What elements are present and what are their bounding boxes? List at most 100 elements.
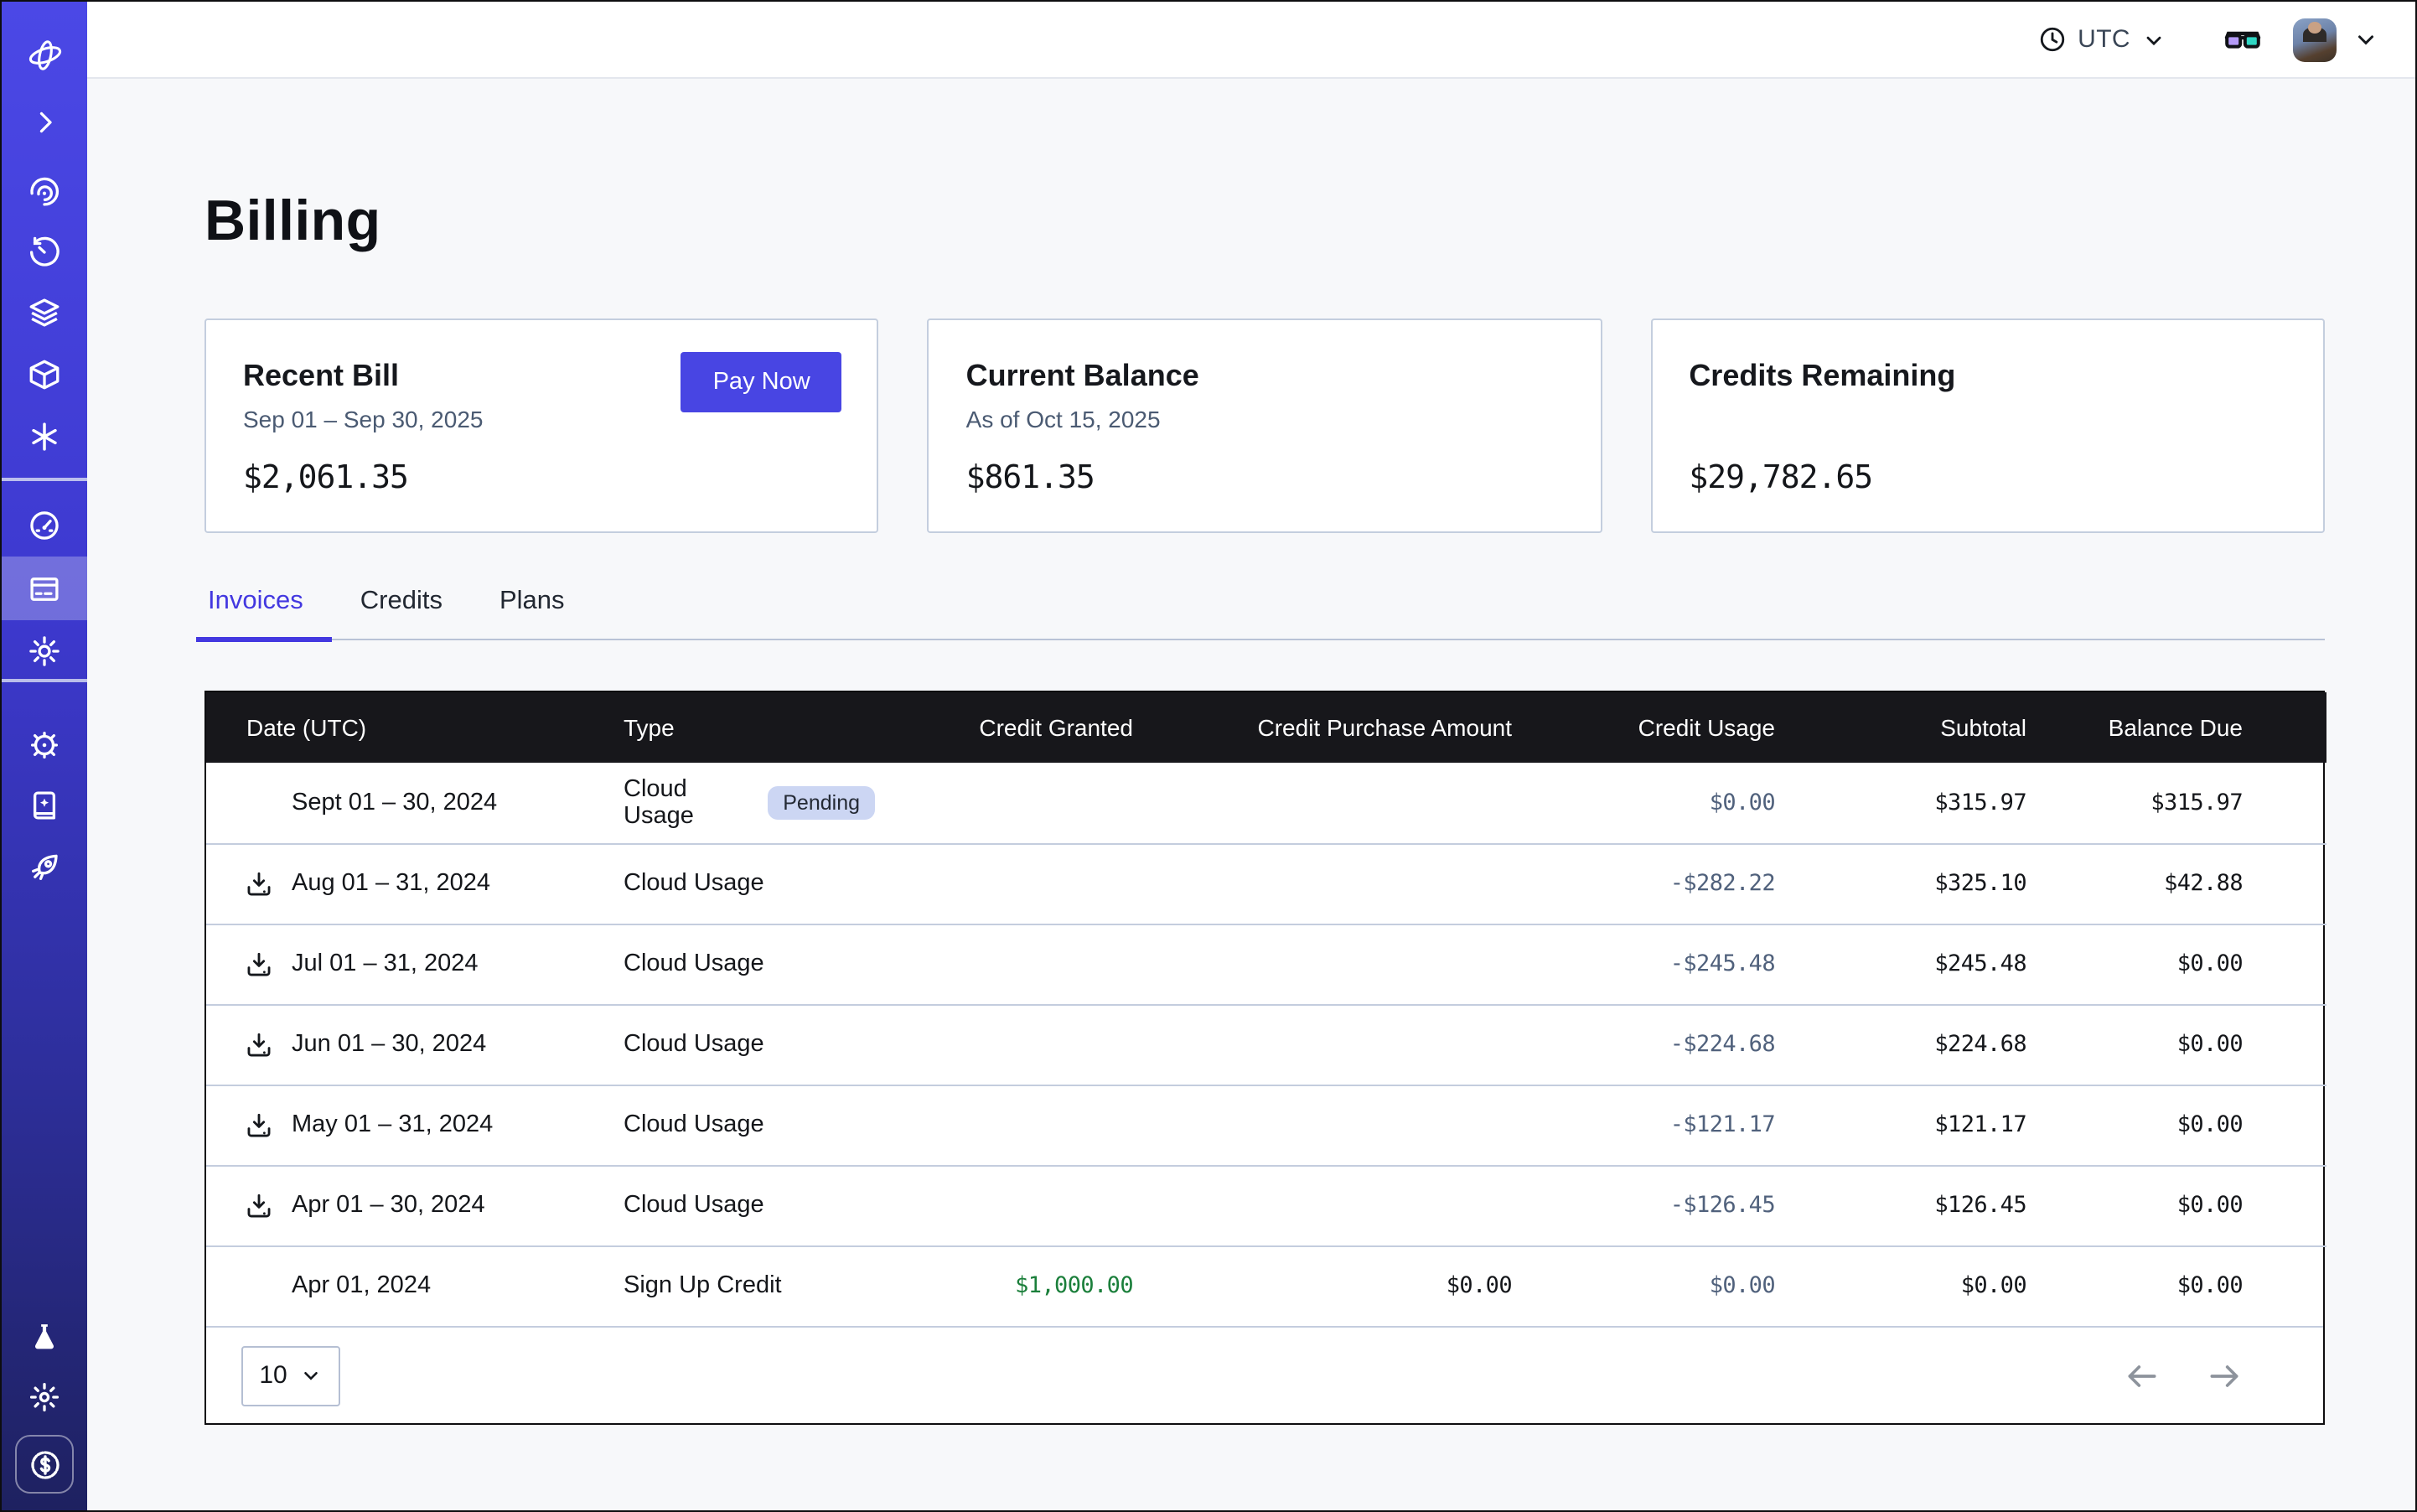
sidebar-item-asterisk[interactable]: [2, 406, 87, 466]
sidebar-item-logo[interactable]: [2, 25, 87, 85]
card-subtitle: As of Oct 15, 2025: [966, 406, 1564, 434]
col-date: Date (UTC): [206, 692, 624, 763]
topbar: UTC: [87, 2, 2415, 79]
subtotal-value: $245.48: [1775, 924, 2026, 1004]
credit-usage-value: -$126.45: [1512, 1165, 1775, 1245]
account-menu-button[interactable]: [2353, 27, 2378, 52]
tab-plans[interactable]: Plans: [496, 587, 568, 639]
pay-now-button[interactable]: Pay Now: [681, 352, 842, 412]
chevron-down-icon: [301, 1364, 323, 1386]
sidebar-item-labs[interactable]: [2, 1306, 87, 1366]
subtotal-value: $121.17: [1775, 1085, 2026, 1165]
timezone-label: UTC: [2078, 25, 2130, 54]
invoice-type: Cloud Usage: [624, 1192, 764, 1219]
invoice-date: Apr 01, 2024: [292, 1273, 431, 1300]
download-invoice-icon[interactable]: [245, 1030, 273, 1059]
rocket-icon: [27, 849, 62, 884]
sidebar-item-credits[interactable]: [15, 1435, 74, 1494]
invoice-date: May 01 – 31, 2024: [292, 1111, 493, 1138]
table-row: Jun 01 – 30, 2024 Cloud Usage -$224.68 $…: [206, 1004, 2326, 1085]
download-invoice-icon[interactable]: [245, 950, 273, 978]
sidebar-item-settings[interactable]: [2, 620, 87, 681]
billing-icon: [27, 571, 62, 606]
clock-icon: [2037, 25, 2066, 54]
timezone-picker[interactable]: UTC: [2037, 25, 2166, 54]
sidebar-item-billing[interactable]: [2, 558, 87, 619]
tab-invoices[interactable]: Invoices: [204, 587, 307, 639]
credit-granted-value: [875, 1165, 1133, 1245]
chevron-right-icon: [29, 107, 60, 137]
invoice-type: Cloud Usage: [624, 870, 764, 897]
sidebar-item-docs[interactable]: [2, 774, 87, 835]
table-row: Apr 01, 2024 Sign Up Credit $1,000.00 $0…: [206, 1245, 2326, 1326]
credit-purchase-value: [1133, 843, 1512, 924]
sidebar-item-cube[interactable]: [2, 344, 87, 404]
credit-granted-value: [875, 924, 1133, 1004]
credit-granted-value: [875, 843, 1133, 924]
previous-page-button[interactable]: [2124, 1357, 2161, 1394]
invoice-date: Aug 01 – 31, 2024: [292, 870, 490, 897]
settings-icon: [27, 633, 62, 668]
sidebar-item-helm[interactable]: [2, 714, 87, 774]
invoice-date: Jul 01 – 31, 2024: [292, 950, 479, 977]
download-invoice-icon[interactable]: [245, 1191, 273, 1219]
sidebar-item-layers[interactable]: [2, 282, 87, 342]
glasses-icon: [2223, 19, 2263, 60]
col-credit-granted: Credit Granted: [875, 692, 1133, 763]
credits-remaining-card: Credits Remaining $29,782.65: [1650, 318, 2325, 533]
credit-usage-value: -$121.17: [1512, 1085, 1775, 1165]
chevron-down-icon: [2353, 27, 2378, 52]
gauge-icon: [27, 507, 62, 542]
subtotal-value: $126.45: [1775, 1165, 2026, 1245]
layers-icon: [27, 294, 62, 329]
flask-icon: [27, 1318, 62, 1354]
page-size-select[interactable]: 10: [241, 1345, 340, 1406]
page-title: Billing: [204, 189, 2325, 255]
credit-usage-value: -$224.68: [1512, 1004, 1775, 1085]
subtotal-value: $315.97: [1775, 763, 2026, 843]
balance-due-value: $0.00: [2026, 1165, 2326, 1245]
sidebar-item-theme[interactable]: [2, 1366, 87, 1427]
balance-due-value: $42.88: [2026, 843, 2326, 924]
docs-icon: [27, 787, 62, 822]
table-row: Sept 01 – 30, 2024 Cloud Usage Pending $…: [206, 763, 2326, 843]
invoice-table-body: Sept 01 – 30, 2024 Cloud Usage Pending $…: [206, 763, 2326, 1326]
next-page-button[interactable]: [2206, 1357, 2243, 1394]
sidebar-item-usage[interactable]: [2, 495, 87, 555]
app-window: UTC Billing Recent Bill Sep 01 – Sep 30,…: [0, 0, 2417, 1512]
credit-purchase-value: $0.00: [1133, 1245, 1512, 1326]
sidebar-item-rocket[interactable]: [2, 836, 87, 897]
tab-credits[interactable]: Credits: [357, 587, 446, 639]
invoice-type: Sign Up Credit: [624, 1273, 782, 1300]
page-size-value: 10: [259, 1361, 287, 1390]
credit-usage-value: $0.00: [1512, 763, 1775, 843]
subtotal-value: $325.10: [1775, 843, 2026, 924]
credit-usage-value: $0.00: [1512, 1245, 1775, 1326]
credit-purchase-value: [1133, 1165, 1512, 1245]
summary-cards: Recent Bill Sep 01 – Sep 30, 2025 $2,061…: [204, 318, 2325, 533]
col-type: Type: [624, 692, 875, 763]
table-row: Aug 01 – 31, 2024 Cloud Usage -$282.22 $…: [206, 843, 2326, 924]
credit-purchase-value: [1133, 1085, 1512, 1165]
invoice-date: Sept 01 – 30, 2024: [292, 790, 497, 816]
cube-icon: [27, 356, 62, 391]
sidebar-item-expand[interactable]: [2, 92, 87, 153]
download-invoice-icon[interactable]: [245, 869, 273, 898]
credit-purchase-value: [1133, 1004, 1512, 1085]
reader-mode-button[interactable]: [2223, 19, 2263, 60]
balance-due-value: $0.00: [2026, 924, 2326, 1004]
avatar[interactable]: [2293, 18, 2337, 61]
observe-icon: [27, 173, 62, 209]
subtotal-value: $0.00: [1775, 1245, 2026, 1326]
card-amount: $2,061.35: [243, 459, 841, 496]
col-balance-due: Balance Due: [2026, 692, 2326, 763]
sidebar-item-observe[interactable]: [2, 161, 87, 221]
download-invoice-icon[interactable]: [245, 1111, 273, 1139]
col-credit-purchase: Credit Purchase Amount: [1133, 692, 1512, 763]
credit-usage-value: -$245.48: [1512, 924, 1775, 1004]
table-row: Apr 01 – 30, 2024 Cloud Usage -$126.45 $…: [206, 1165, 2326, 1245]
sidebar-item-history[interactable]: [2, 221, 87, 282]
sidebar: [2, 2, 87, 1510]
invoice-date: Jun 01 – 30, 2024: [292, 1031, 486, 1058]
chevron-down-icon: [2142, 28, 2166, 51]
